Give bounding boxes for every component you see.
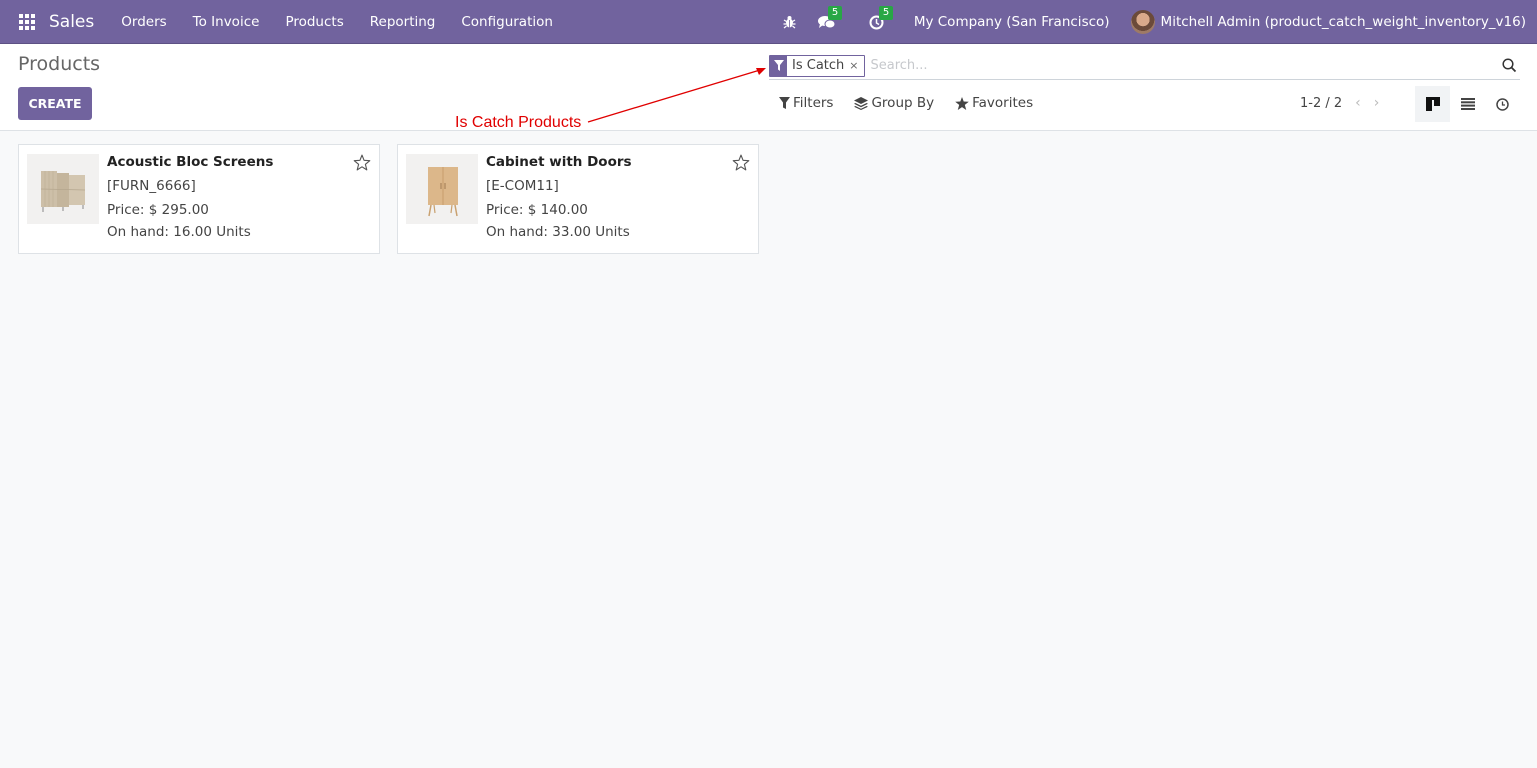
facet-remove-icon[interactable]: × (849, 56, 863, 76)
product-on-hand: On hand: 16.00 Units (107, 224, 251, 240)
user-menu[interactable]: Mitchell Admin (product_catch_weight_inv… (1161, 14, 1526, 30)
menu-reporting[interactable]: Reporting (357, 14, 449, 30)
search-options: Filters Group By Favorites (779, 95, 1054, 111)
menu-products[interactable]: Products (272, 14, 356, 30)
pager-previous-icon[interactable]: ‹ (1355, 95, 1361, 111)
annotation-label: Is Catch Products (455, 114, 582, 131)
messages-icon[interactable]: 5 (817, 5, 843, 30)
product-name: Cabinet with Doors (486, 154, 632, 170)
control-panel: Products CREATE Is Catch × Filters Group… (0, 44, 1537, 131)
cabinet-image (406, 154, 478, 224)
layers-icon (854, 96, 869, 110)
product-price: Price: $ 140.00 (486, 202, 588, 218)
favorite-star-icon[interactable] (353, 154, 371, 175)
pager-value[interactable]: 1-2 / 2 (1300, 96, 1342, 111)
user-avatar[interactable] (1130, 10, 1155, 34)
activities-icon[interactable]: 5 (869, 5, 894, 30)
messages-count-badge: 5 (827, 5, 843, 20)
group-by-label: Group By (871, 95, 935, 111)
pager: 1-2 / 2 ‹ › (1300, 95, 1379, 111)
product-on-hand: On hand: 33.00 Units (486, 224, 630, 240)
kanban-icon (1425, 97, 1440, 111)
apps-menu-icon[interactable] (19, 13, 35, 30)
product-card[interactable]: Acoustic Bloc Screens [FURN_6666] Price:… (18, 144, 380, 254)
menu-orders[interactable]: Orders (108, 14, 179, 30)
product-code: [E-COM11] (486, 178, 559, 194)
filter-icon (770, 55, 787, 76)
list-view-button[interactable] (1450, 86, 1485, 122)
search-facet: Is Catch × (769, 54, 865, 77)
favorites-button[interactable]: Favorites (955, 95, 1033, 111)
list-icon (1460, 98, 1475, 110)
filter-icon (779, 97, 790, 109)
pager-next-icon[interactable]: › (1374, 95, 1380, 111)
search-icon[interactable] (1502, 57, 1518, 74)
product-code: [FURN_6666] (107, 178, 196, 194)
top-navbar: Sales Orders To Invoice Products Reporti… (0, 0, 1537, 44)
page-title: Products (18, 53, 101, 75)
facet-value: Is Catch (792, 58, 845, 73)
menu-configuration[interactable]: Configuration (448, 14, 566, 30)
app-name[interactable]: Sales (49, 12, 94, 32)
acoustic-screen-image (27, 154, 99, 224)
product-name: Acoustic Bloc Screens (107, 154, 274, 170)
kanban-view-button[interactable] (1415, 86, 1450, 122)
activity-view-button[interactable] (1485, 86, 1520, 122)
view-switcher (1415, 86, 1520, 122)
group-by-button[interactable]: Group By (854, 95, 934, 111)
company-switcher[interactable]: My Company (San Francisco) (914, 14, 1110, 30)
menu-to-invoice[interactable]: To Invoice (180, 14, 273, 30)
filters-label: Filters (793, 95, 834, 111)
activities-count-badge: 5 (878, 5, 894, 20)
filters-button[interactable]: Filters (779, 95, 833, 111)
clock-icon (1496, 97, 1509, 111)
product-price: Price: $ 295.00 (107, 202, 209, 218)
product-card[interactable]: Cabinet with Doors [E-COM11] Price: $ 14… (397, 144, 759, 254)
create-button[interactable]: CREATE (18, 87, 92, 120)
debug-icon[interactable] (783, 15, 796, 29)
favorites-label: Favorites (972, 95, 1034, 111)
star-icon (955, 96, 969, 110)
search-input[interactable] (870, 58, 1502, 73)
kanban-view: Acoustic Bloc Screens [FURN_6666] Price:… (18, 144, 776, 254)
search-bar: Is Catch × (769, 52, 1520, 80)
favorite-star-icon[interactable] (732, 154, 750, 175)
